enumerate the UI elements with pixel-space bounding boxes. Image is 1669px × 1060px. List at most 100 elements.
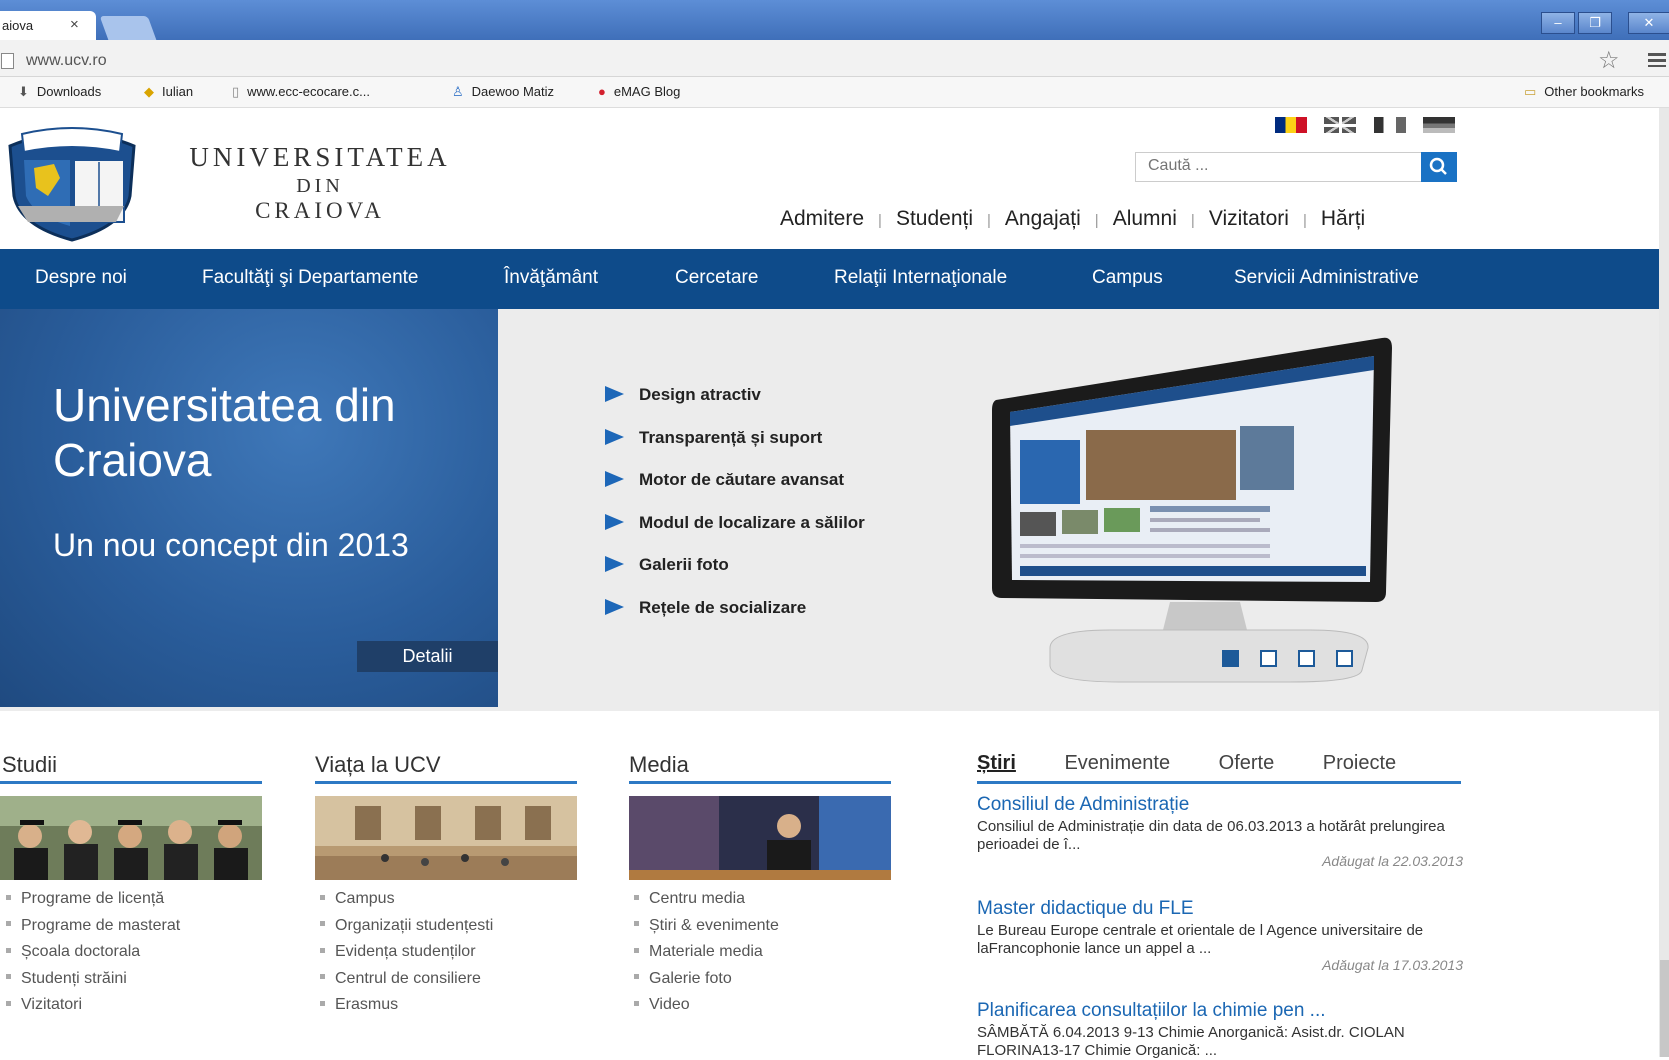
list-item[interactable]: Programe de masterat bbox=[6, 917, 180, 944]
feature-item: Modul de localizare a sălilor bbox=[605, 513, 865, 533]
browser-tab-title: aiova bbox=[2, 18, 34, 33]
chrome-menu-icon[interactable] bbox=[1648, 53, 1666, 67]
bullet-icon bbox=[320, 921, 325, 927]
nav-separator: | bbox=[1302, 212, 1307, 229]
browser-tab-bar bbox=[0, 0, 1669, 40]
hero-title: Universitatea din Craiova bbox=[53, 379, 396, 486]
list-item-label: Campus bbox=[335, 890, 395, 907]
flag-ro-icon[interactable] bbox=[1275, 117, 1307, 133]
graduates-photo[interactable] bbox=[0, 796, 262, 880]
triangle-bullet-icon bbox=[605, 514, 624, 530]
download-arrow-icon: ⬇ bbox=[18, 84, 29, 99]
list-item-label: Galerie foto bbox=[649, 969, 732, 987]
feature-label: Galerii foto bbox=[639, 555, 729, 574]
main-nav-facultati[interactable]: Facultăţi şi Departamente bbox=[202, 267, 419, 289]
main-nav-cercetare[interactable]: Cercetare bbox=[675, 267, 758, 289]
university-name[interactable]: UNIVERSITATEA DIN CRAIOVA bbox=[160, 142, 480, 224]
slide-dot-4[interactable] bbox=[1336, 650, 1353, 667]
nav-vizitatori[interactable]: Vizitatori bbox=[1209, 207, 1289, 230]
bookmark-emag[interactable]: ● eMAG Blog bbox=[598, 84, 680, 99]
bookmark-ecocare[interactable]: ▯ www.ecc-ecocare.c... bbox=[232, 84, 370, 100]
list-item-label: Studenți străini bbox=[21, 969, 127, 987]
list-item[interactable]: Programe de licență bbox=[6, 890, 180, 917]
flag-uk-icon[interactable] bbox=[1324, 117, 1356, 133]
tab-stiri[interactable]: Știri bbox=[977, 752, 1016, 774]
triangle-bullet-icon bbox=[605, 599, 624, 615]
list-item[interactable]: Galerie foto bbox=[634, 970, 779, 997]
news-title[interactable]: Master didactique du FLE bbox=[977, 898, 1194, 920]
new-tab-button[interactable] bbox=[99, 16, 157, 40]
bullet-icon bbox=[634, 1000, 639, 1006]
other-bookmarks[interactable]: ▭ Other bookmarks bbox=[1524, 84, 1644, 100]
triangle-bullet-icon bbox=[605, 556, 624, 572]
flag-de-icon[interactable] bbox=[1423, 117, 1455, 133]
list-item[interactable]: Erasmus bbox=[320, 996, 493, 1023]
nav-separator: | bbox=[987, 212, 991, 229]
url-field[interactable]: www.ucv.ro bbox=[26, 52, 107, 70]
news-title[interactable]: Planificarea consultațiilor la chimie pe… bbox=[977, 1000, 1326, 1022]
section-underline bbox=[0, 781, 262, 784]
news-excerpt: Consiliul de Administrație din data de 0… bbox=[977, 818, 1445, 853]
tab-oferte[interactable]: Oferte bbox=[1219, 752, 1275, 774]
tab-evenimente[interactable]: Evenimente bbox=[1064, 752, 1170, 774]
page-scrollbar[interactable] bbox=[1659, 108, 1669, 1057]
close-window-button[interactable]: ✕ bbox=[1628, 12, 1669, 34]
bullet-icon bbox=[634, 894, 639, 900]
list-item-label: Video bbox=[649, 996, 690, 1013]
list-item[interactable]: Organizații studențesti bbox=[320, 917, 493, 944]
nav-angajati[interactable]: Angajați bbox=[1005, 207, 1081, 230]
list-item[interactable]: Școala doctorala bbox=[6, 943, 180, 970]
bullet-icon bbox=[634, 974, 639, 980]
list-item[interactable]: Campus bbox=[320, 890, 493, 917]
media-studio-photo[interactable] bbox=[629, 796, 891, 880]
section-title-media[interactable]: Media bbox=[629, 752, 689, 778]
nav-alumni[interactable]: Alumni bbox=[1113, 207, 1177, 230]
list-item[interactable]: Știri & evenimente bbox=[634, 917, 779, 944]
folder-icon: ▭ bbox=[1524, 84, 1537, 99]
search-button[interactable] bbox=[1421, 152, 1457, 182]
slide-dot-3[interactable] bbox=[1298, 650, 1315, 667]
flag-fr-icon[interactable] bbox=[1374, 117, 1406, 133]
campus-hall-photo[interactable] bbox=[315, 796, 577, 880]
main-nav-despre-noi[interactable]: Despre noi bbox=[35, 267, 127, 289]
slide-dot-2[interactable] bbox=[1260, 650, 1277, 667]
list-item[interactable]: Video bbox=[634, 996, 779, 1023]
scrollbar-thumb[interactable] bbox=[1660, 960, 1669, 1057]
tab-proiecte[interactable]: Proiecte bbox=[1323, 752, 1396, 774]
section-title-studii[interactable]: Studii bbox=[2, 752, 57, 778]
feature-label: Motor de căutare avansat bbox=[639, 470, 845, 489]
nav-harti[interactable]: Hărți bbox=[1321, 207, 1365, 230]
restore-button[interactable]: ❐ bbox=[1578, 12, 1612, 34]
search-box bbox=[1135, 152, 1423, 182]
main-nav-relatii-internationale[interactable]: Relaţii Internaţionale bbox=[834, 267, 1007, 289]
browser-tab[interactable]: aiova × bbox=[0, 11, 96, 40]
list-item[interactable]: Materiale media bbox=[634, 943, 779, 970]
nav-admitere[interactable]: Admitere bbox=[780, 207, 864, 230]
main-nav-servicii-administrative[interactable]: Servicii Administrative bbox=[1234, 267, 1419, 289]
list-item[interactable]: Centrul de consiliere bbox=[320, 970, 493, 997]
details-button[interactable]: Detalii bbox=[357, 641, 498, 672]
main-nav-invatamant[interactable]: Învăţământ bbox=[504, 267, 598, 289]
list-item[interactable]: Studenți străini bbox=[6, 970, 180, 997]
list-item[interactable]: Evidența studenților bbox=[320, 943, 493, 970]
nav-studenti[interactable]: Studenți bbox=[896, 207, 973, 230]
bookmark-downloads[interactable]: ⬇ Downloads bbox=[18, 84, 101, 100]
slide-dot-1[interactable] bbox=[1222, 650, 1239, 667]
bookmark-star-icon[interactable]: ☆ bbox=[1598, 46, 1620, 75]
bookmark-iulian[interactable]: ◆ Iulian bbox=[144, 84, 193, 100]
minimize-button[interactable]: – bbox=[1541, 12, 1575, 34]
feature-item: Rețele de socializare bbox=[605, 598, 806, 618]
news-title[interactable]: Consiliul de Administrație bbox=[977, 794, 1189, 816]
news-excerpt: Le Bureau Europe centrale et orientale d… bbox=[977, 922, 1424, 957]
section-title-viata[interactable]: Viața la UCV bbox=[315, 752, 441, 778]
emag-icon: ● bbox=[598, 84, 606, 99]
search-input[interactable] bbox=[1136, 153, 1418, 179]
list-item[interactable]: Vizitatori bbox=[6, 996, 180, 1023]
university-crest-logo[interactable] bbox=[4, 126, 140, 242]
tab-close-icon[interactable]: × bbox=[70, 16, 79, 33]
main-nav-campus[interactable]: Campus bbox=[1092, 267, 1163, 289]
person-icon: ♙ bbox=[452, 84, 464, 99]
bookmark-daewoo[interactable]: ♙ Daewoo Matiz bbox=[452, 84, 554, 100]
page-icon bbox=[1, 53, 14, 69]
list-item[interactable]: Centru media bbox=[634, 890, 779, 917]
